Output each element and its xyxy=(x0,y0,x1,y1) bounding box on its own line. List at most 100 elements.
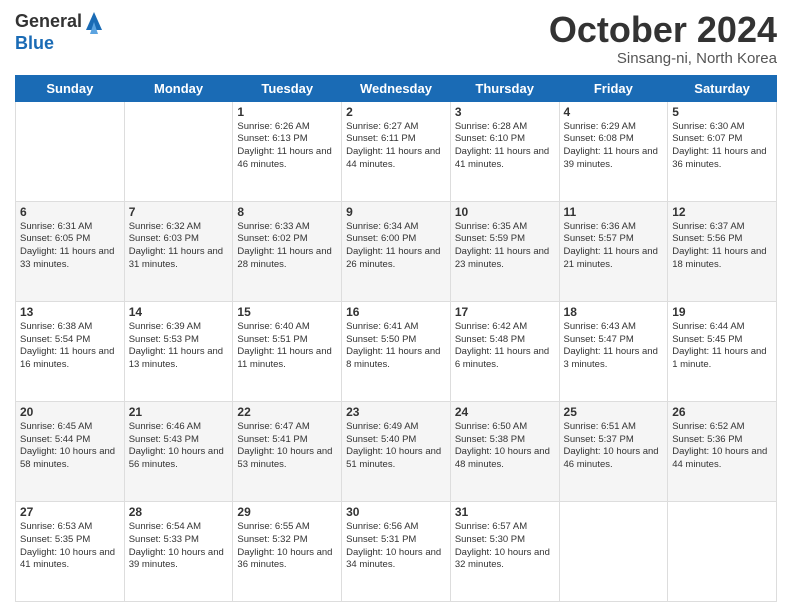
day-number: 4 xyxy=(564,105,664,119)
day-info: Sunrise: 6:38 AM Sunset: 5:54 PM Dayligh… xyxy=(20,321,120,372)
table-row: 23 Sunrise: 6:49 AM Sunset: 5:40 PM Dayli… xyxy=(342,401,451,501)
day-info: Sunrise: 6:42 AM Sunset: 5:48 PM Dayligh… xyxy=(455,321,555,372)
day-info: Sunrise: 6:36 AM Sunset: 5:57 PM Dayligh… xyxy=(564,221,664,272)
day-number: 14 xyxy=(129,305,229,319)
day-number: 9 xyxy=(346,205,446,219)
day-number: 30 xyxy=(346,505,446,519)
table-row: 30 Sunrise: 6:56 AM Sunset: 5:31 PM Dayli… xyxy=(342,501,451,601)
week-row-3: 13 Sunrise: 6:38 AM Sunset: 5:54 PM Dayli… xyxy=(16,301,777,401)
col-friday: Friday xyxy=(559,75,668,101)
calendar-header-row: Sunday Monday Tuesday Wednesday Thursday… xyxy=(16,75,777,101)
day-number: 18 xyxy=(564,305,664,319)
logo-general: General xyxy=(15,12,82,32)
day-info: Sunrise: 6:56 AM Sunset: 5:31 PM Dayligh… xyxy=(346,521,446,572)
table-row: 6 Sunrise: 6:31 AM Sunset: 6:05 PM Daylig… xyxy=(16,201,125,301)
table-row: 18 Sunrise: 6:43 AM Sunset: 5:47 PM Dayli… xyxy=(559,301,668,401)
day-info: Sunrise: 6:55 AM Sunset: 5:32 PM Dayligh… xyxy=(237,521,337,572)
day-number: 31 xyxy=(455,505,555,519)
day-number: 25 xyxy=(564,405,664,419)
day-info: Sunrise: 6:41 AM Sunset: 5:50 PM Dayligh… xyxy=(346,321,446,372)
day-info: Sunrise: 6:39 AM Sunset: 5:53 PM Dayligh… xyxy=(129,321,229,372)
table-row xyxy=(124,101,233,201)
table-row: 13 Sunrise: 6:38 AM Sunset: 5:54 PM Dayli… xyxy=(16,301,125,401)
table-row: 20Sunrise: 6:45 AM Sunset: 5:44 PM Dayli… xyxy=(16,401,125,501)
day-info: Sunrise: 6:52 AM Sunset: 5:36 PM Dayligh… xyxy=(672,421,772,472)
table-row: 7 Sunrise: 6:32 AM Sunset: 6:03 PM Daylig… xyxy=(124,201,233,301)
day-number: 12 xyxy=(672,205,772,219)
table-row xyxy=(668,501,777,601)
day-info: Sunrise: 6:37 AM Sunset: 5:56 PM Dayligh… xyxy=(672,221,772,272)
day-number: 21 xyxy=(129,405,229,419)
logo-blue: Blue xyxy=(15,34,104,54)
table-row: 5 Sunrise: 6:30 AM Sunset: 6:07 PM Daylig… xyxy=(668,101,777,201)
day-number: 29 xyxy=(237,505,337,519)
table-row: 19 Sunrise: 6:44 AM Sunset: 5:45 PM Dayli… xyxy=(668,301,777,401)
table-row: 24 Sunrise: 6:50 AM Sunset: 5:38 PM Dayli… xyxy=(450,401,559,501)
day-info: Sunrise: 6:51 AM Sunset: 5:37 PM Dayligh… xyxy=(564,421,664,472)
table-row: 29 Sunrise: 6:55 AM Sunset: 5:32 PM Dayli… xyxy=(233,501,342,601)
day-number: 15 xyxy=(237,305,337,319)
day-info: Sunrise: 6:35 AM Sunset: 5:59 PM Dayligh… xyxy=(455,221,555,272)
day-number: 5 xyxy=(672,105,772,119)
day-info: Sunrise: 6:43 AM Sunset: 5:47 PM Dayligh… xyxy=(564,321,664,372)
day-info: Sunrise: 6:34 AM Sunset: 6:00 PM Dayligh… xyxy=(346,221,446,272)
table-row: 17 Sunrise: 6:42 AM Sunset: 5:48 PM Dayli… xyxy=(450,301,559,401)
day-info: Sunrise: 6:50 AM Sunset: 5:38 PM Dayligh… xyxy=(455,421,555,472)
day-info: Sunrise: 6:33 AM Sunset: 6:02 PM Dayligh… xyxy=(237,221,337,272)
month-title: October 2024 xyxy=(549,10,777,50)
day-number: 19 xyxy=(672,305,772,319)
col-thursday: Thursday xyxy=(450,75,559,101)
title-area: October 2024 Sinsang-ni, North Korea xyxy=(549,10,777,67)
day-number: 23 xyxy=(346,405,446,419)
table-row: 14 Sunrise: 6:39 AM Sunset: 5:53 PM Dayli… xyxy=(124,301,233,401)
day-number: 11 xyxy=(564,205,664,219)
day-number: 16 xyxy=(346,305,446,319)
day-info: Sunrise: 6:40 AM Sunset: 5:51 PM Dayligh… xyxy=(237,321,337,372)
table-row: 21 Sunrise: 6:46 AM Sunset: 5:43 PM Dayli… xyxy=(124,401,233,501)
table-row: 11 Sunrise: 6:36 AM Sunset: 5:57 PM Dayli… xyxy=(559,201,668,301)
day-number: 22 xyxy=(237,405,337,419)
day-info: Sunrise: 6:46 AM Sunset: 5:43 PM Dayligh… xyxy=(129,421,229,472)
day-number: 17 xyxy=(455,305,555,319)
day-info: Sunrise: 6:53 AM Sunset: 5:35 PM Dayligh… xyxy=(20,521,120,572)
table-row: 26Sunrise: 6:52 AM Sunset: 5:36 PM Dayli… xyxy=(668,401,777,501)
day-number: 6 xyxy=(20,205,120,219)
day-number: 27 xyxy=(20,505,120,519)
calendar-table: Sunday Monday Tuesday Wednesday Thursday… xyxy=(15,75,777,602)
table-row: 8 Sunrise: 6:33 AM Sunset: 6:02 PM Daylig… xyxy=(233,201,342,301)
header: General Blue October 2024 Sinsang-ni, No… xyxy=(15,10,777,67)
table-row xyxy=(559,501,668,601)
day-number: 7 xyxy=(129,205,229,219)
col-wednesday: Wednesday xyxy=(342,75,451,101)
day-number: 8 xyxy=(237,205,337,219)
table-row: 22 Sunrise: 6:47 AM Sunset: 5:41 PM Dayli… xyxy=(233,401,342,501)
day-info: Sunrise: 6:30 AM Sunset: 6:07 PM Dayligh… xyxy=(672,121,772,172)
table-row: 1Sunrise: 6:26 AM Sunset: 6:13 PM Daylig… xyxy=(233,101,342,201)
day-info: Sunrise: 6:47 AM Sunset: 5:41 PM Dayligh… xyxy=(237,421,337,472)
table-row: 28Sunrise: 6:54 AM Sunset: 5:33 PM Dayli… xyxy=(124,501,233,601)
day-info: Sunrise: 6:44 AM Sunset: 5:45 PM Dayligh… xyxy=(672,321,772,372)
table-row: 2 Sunrise: 6:27 AM Sunset: 6:11 PM Daylig… xyxy=(342,101,451,201)
logo-text: General Blue xyxy=(15,10,104,54)
day-info: Sunrise: 6:49 AM Sunset: 5:40 PM Dayligh… xyxy=(346,421,446,472)
day-number: 20 xyxy=(20,405,120,419)
col-saturday: Saturday xyxy=(668,75,777,101)
day-number: 24 xyxy=(455,405,555,419)
week-row-1: 1Sunrise: 6:26 AM Sunset: 6:13 PM Daylig… xyxy=(16,101,777,201)
logo-icon xyxy=(84,10,104,34)
day-number: 13 xyxy=(20,305,120,319)
week-row-4: 20Sunrise: 6:45 AM Sunset: 5:44 PM Dayli… xyxy=(16,401,777,501)
table-row: 12 Sunrise: 6:37 AM Sunset: 5:56 PM Dayli… xyxy=(668,201,777,301)
day-info: Sunrise: 6:32 AM Sunset: 6:03 PM Dayligh… xyxy=(129,221,229,272)
week-row-5: 27 Sunrise: 6:53 AM Sunset: 5:35 PM Dayli… xyxy=(16,501,777,601)
day-info: Sunrise: 6:28 AM Sunset: 6:10 PM Dayligh… xyxy=(455,121,555,172)
table-row: 16 Sunrise: 6:41 AM Sunset: 5:50 PM Dayli… xyxy=(342,301,451,401)
table-row xyxy=(16,101,125,201)
table-row: 3 Sunrise: 6:28 AM Sunset: 6:10 PM Daylig… xyxy=(450,101,559,201)
day-number: 3 xyxy=(455,105,555,119)
day-number: 2 xyxy=(346,105,446,119)
day-info: Sunrise: 6:31 AM Sunset: 6:05 PM Dayligh… xyxy=(20,221,120,272)
day-info: Sunrise: 6:27 AM Sunset: 6:11 PM Dayligh… xyxy=(346,121,446,172)
subtitle: Sinsang-ni, North Korea xyxy=(549,50,777,67)
day-number: 10 xyxy=(455,205,555,219)
